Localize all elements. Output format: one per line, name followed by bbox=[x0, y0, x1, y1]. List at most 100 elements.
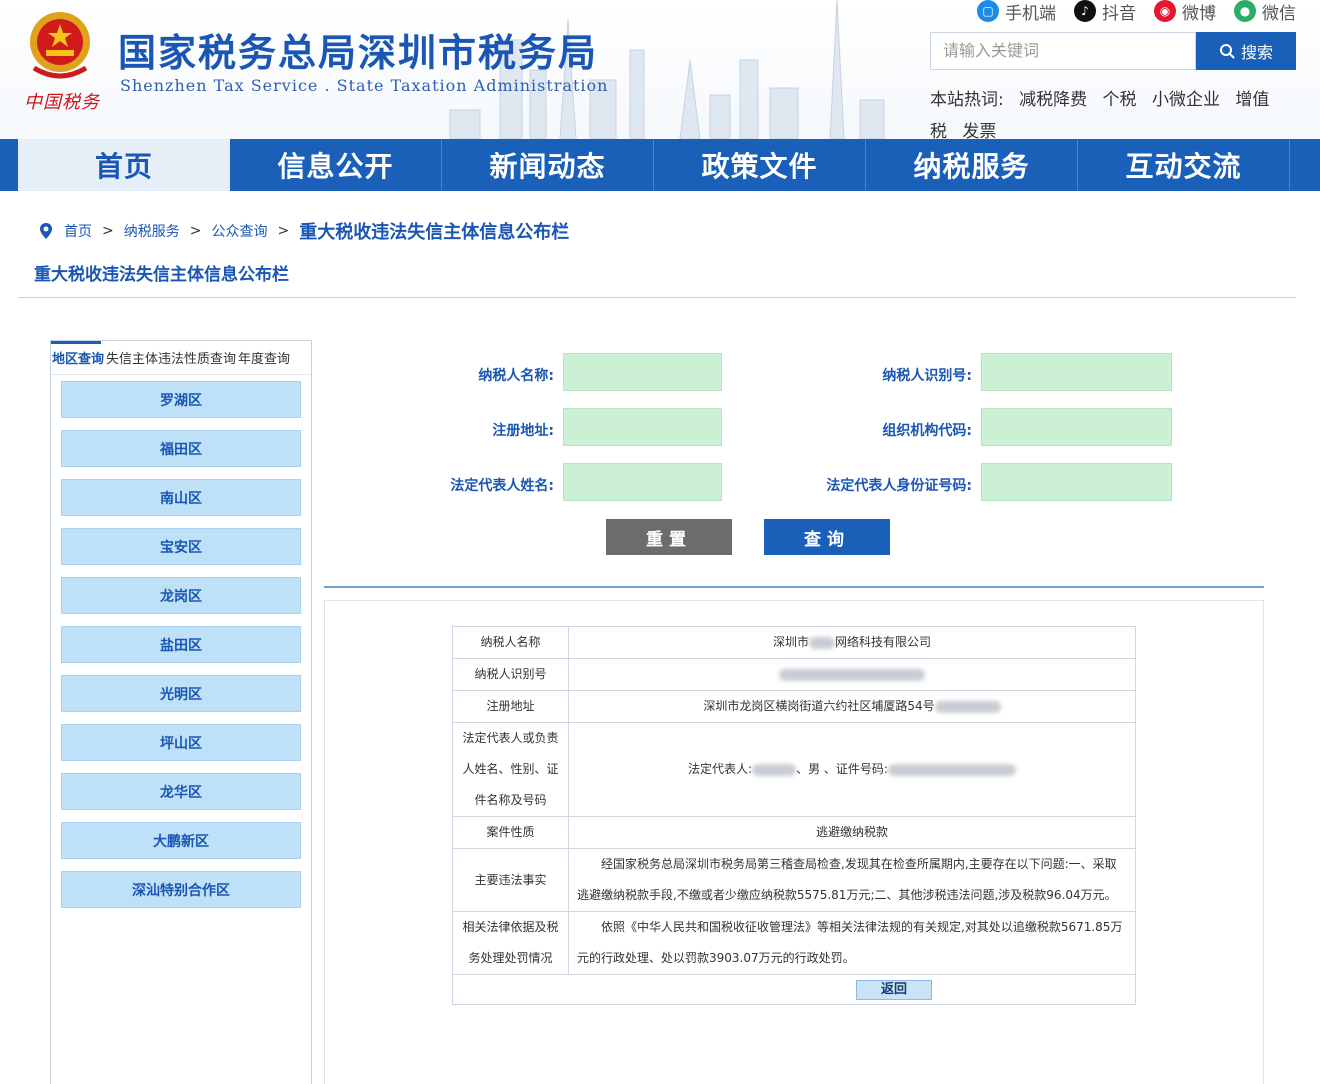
main-nav: 首页 信息公开 新闻动态 政策文件 纳税服务 互动交流 bbox=[0, 139, 1320, 191]
back-button[interactable]: 返回 bbox=[856, 979, 932, 1000]
district-button-dapeng[interactable]: 大鹏新区 bbox=[61, 822, 301, 859]
org-code-input[interactable] bbox=[981, 408, 1172, 446]
reset-button[interactable]: 重置 bbox=[606, 519, 732, 555]
taxpayer-name-input[interactable] bbox=[563, 353, 722, 391]
tab-year-query[interactable]: 年度查询 bbox=[237, 348, 291, 367]
row-key: 纳税人名称 bbox=[452, 626, 569, 659]
district-button-pingshan[interactable]: 坪山区 bbox=[61, 724, 301, 761]
search-input[interactable]: 请输入关键词 bbox=[930, 32, 1196, 70]
district-button-longgang[interactable]: 龙岗区 bbox=[61, 577, 301, 614]
nav-item-info-disclosure[interactable]: 信息公开 bbox=[230, 139, 442, 191]
table-row: 法定代表人或负责人姓名、性别、证件名称及号码 法定代表人: 、男 、证件号码: bbox=[452, 722, 1136, 817]
social-link-wechat[interactable]: ● 微信 bbox=[1234, 0, 1296, 24]
district-list: 罗湖区 福田区 南山区 宝安区 龙岗区 盐田区 光明区 坪山区 龙华区 大鹏新区… bbox=[51, 375, 311, 908]
social-links: ▢ 手机端 ♪ 抖音 ◉ 微博 ● 微信 bbox=[977, 0, 1296, 24]
row-key: 纳税人识别号 bbox=[452, 658, 569, 691]
table-row: 纳税人识别号 bbox=[452, 658, 1136, 691]
result-table: 纳税人名称 深圳市 网络科技有限公司 纳税人识别号 注册地址 深圳市龙岗区横岗街道… bbox=[452, 626, 1136, 1005]
registered-address-input[interactable] bbox=[563, 408, 722, 446]
district-button-luohu[interactable]: 罗湖区 bbox=[61, 381, 301, 418]
tab-region-query[interactable]: 地区查询 bbox=[51, 348, 105, 367]
mobile-icon: ▢ bbox=[977, 0, 999, 22]
hot-words-label: 本站热词: bbox=[930, 90, 1004, 110]
hot-words: 本站热词: 减税降费 个税 小微企业 增值税 发票 bbox=[930, 84, 1270, 139]
site-subtitle: Shenzhen Tax Service . State Taxation Ad… bbox=[120, 76, 609, 95]
hot-word-link[interactable]: 小微企业 bbox=[1152, 90, 1220, 110]
site-title: 国家税务总局深圳市税务局 bbox=[118, 31, 599, 75]
table-row: 主要违法事实 经国家税务总局深圳市税务局第三稽查局检查,发现其在检查所属期内,主… bbox=[452, 848, 1136, 912]
table-row: 案件性质 逃避缴纳税款 bbox=[452, 816, 1136, 849]
row-key: 案件性质 bbox=[452, 816, 569, 849]
brand-logo-text: 中国税务 bbox=[24, 92, 100, 113]
district-filter-panel: 地区查询 失信主体违法性质查询 年度查询 罗湖区 福田区 南山区 宝安区 龙岗区… bbox=[50, 340, 312, 1084]
breadcrumb-separator: > bbox=[102, 223, 114, 239]
district-button-longhua[interactable]: 龙华区 bbox=[61, 773, 301, 810]
query-button[interactable]: 查询 bbox=[764, 519, 890, 555]
row-value: 经国家税务总局深圳市税务局第三稽查局检查,发现其在检查所属期内,主要存在以下问题… bbox=[568, 848, 1136, 912]
nav-item-interaction[interactable]: 互动交流 bbox=[1078, 139, 1290, 191]
breadcrumb-current: 重大税收违法失信主体信息公布栏 bbox=[299, 222, 570, 243]
social-label: 抖音 bbox=[1102, 3, 1136, 24]
row-key: 主要违法事实 bbox=[452, 848, 569, 912]
row-value: 依照《中华人民共和国税收征收管理法》等相关法律法规的有关规定,对其处以追缴税款5… bbox=[568, 911, 1136, 975]
row-key: 注册地址 bbox=[452, 690, 569, 723]
social-label: 手机端 bbox=[1005, 3, 1056, 24]
legal-rep-prefix: 法定代表人: bbox=[688, 762, 753, 776]
breadcrumb-link-public-query[interactable]: 公众查询 bbox=[211, 221, 267, 241]
district-button-baoan[interactable]: 宝安区 bbox=[61, 528, 301, 565]
district-button-yantian[interactable]: 盐田区 bbox=[61, 626, 301, 663]
table-row: 纳税人名称 深圳市 网络科技有限公司 bbox=[452, 626, 1136, 659]
breadcrumb-separator: > bbox=[189, 223, 202, 239]
taxpayer-id-input[interactable] bbox=[981, 353, 1172, 391]
douyin-icon: ♪ bbox=[1074, 0, 1096, 22]
legal-rep-name-input[interactable] bbox=[563, 463, 722, 501]
legal-rep-id-input[interactable] bbox=[981, 463, 1172, 501]
table-row: 注册地址 深圳市龙岗区横岗街道六约社区埔厦路54号 bbox=[452, 690, 1136, 723]
social-label: 微博 bbox=[1182, 3, 1216, 24]
table-row: 返回 bbox=[452, 974, 1136, 1005]
district-button-nanshan[interactable]: 南山区 bbox=[61, 479, 301, 516]
taxpayer-name-suffix: 网络科技有限公司 bbox=[835, 635, 932, 649]
breadcrumb-separator: > bbox=[277, 223, 290, 239]
nav-item-news[interactable]: 新闻动态 bbox=[442, 139, 654, 191]
social-link-douyin[interactable]: ♪ 抖音 bbox=[1074, 0, 1136, 24]
legal-rep-mid: 、男 、证件号码: bbox=[796, 762, 888, 776]
wechat-icon: ● bbox=[1234, 0, 1256, 22]
hot-word-link[interactable]: 发票 bbox=[962, 122, 996, 139]
row-value: 深圳市龙岗区横岗街道六约社区埔厦路54号 bbox=[568, 690, 1136, 723]
social-link-mobile[interactable]: ▢ 手机端 bbox=[977, 0, 1056, 24]
district-button-shenshan[interactable]: 深汕特别合作区 bbox=[61, 871, 301, 908]
district-button-futian[interactable]: 福田区 bbox=[61, 430, 301, 467]
weibo-icon: ◉ bbox=[1154, 0, 1176, 22]
hot-word-link[interactable]: 个税 bbox=[1103, 90, 1137, 110]
district-button-guangming[interactable]: 光明区 bbox=[61, 675, 301, 712]
site-header: 中国税务 国家税务总局深圳市税务局 Shenzhen Tax Service .… bbox=[0, 0, 1320, 139]
nav-item-home[interactable]: 首页 bbox=[18, 139, 230, 191]
breadcrumb-link-tax-service[interactable]: 纳税服务 bbox=[124, 221, 180, 241]
search-button[interactable]: 搜索 bbox=[1196, 32, 1296, 70]
breadcrumb: 首页 > 纳税服务 > 公众查询 > 重大税收违法失信主体信息公布栏 bbox=[38, 218, 569, 244]
search-button-label: 搜索 bbox=[1240, 43, 1273, 62]
social-link-weibo[interactable]: ◉ 微博 bbox=[1154, 0, 1216, 24]
tab-violation-type-query[interactable]: 失信主体违法性质查询 bbox=[105, 348, 237, 367]
search-icon bbox=[1219, 44, 1235, 59]
nav-item-policy[interactable]: 政策文件 bbox=[654, 139, 866, 191]
redacted-text bbox=[887, 763, 1016, 776]
org-code-label: 组织机构代码: bbox=[882, 423, 972, 439]
form-divider bbox=[324, 586, 1264, 588]
redacted-text bbox=[809, 636, 835, 649]
row-key: 法定代表人或负责人姓名、性别、证件名称及号码 bbox=[452, 722, 569, 817]
nav-item-tax-service[interactable]: 纳税服务 bbox=[866, 139, 1078, 191]
legal-rep-name-label: 法定代表人姓名: bbox=[450, 478, 554, 494]
taxpayer-name-label: 纳税人名称: bbox=[478, 368, 554, 384]
active-tab-indicator bbox=[51, 341, 101, 344]
row-value: 法定代表人: 、男 、证件号码: bbox=[568, 722, 1136, 817]
social-label: 微信 bbox=[1262, 3, 1296, 24]
row-value: 深圳市 网络科技有限公司 bbox=[568, 626, 1136, 659]
breadcrumb-link-home[interactable]: 首页 bbox=[64, 221, 92, 241]
back-button-cell: 返回 bbox=[452, 974, 1136, 1005]
hot-word-link[interactable]: 减税降费 bbox=[1019, 90, 1087, 110]
row-key: 相关法律依据及税务处理处罚情况 bbox=[452, 911, 569, 975]
row-value: 逃避缴纳税款 bbox=[568, 816, 1136, 849]
registered-address-label: 注册地址: bbox=[492, 423, 554, 439]
